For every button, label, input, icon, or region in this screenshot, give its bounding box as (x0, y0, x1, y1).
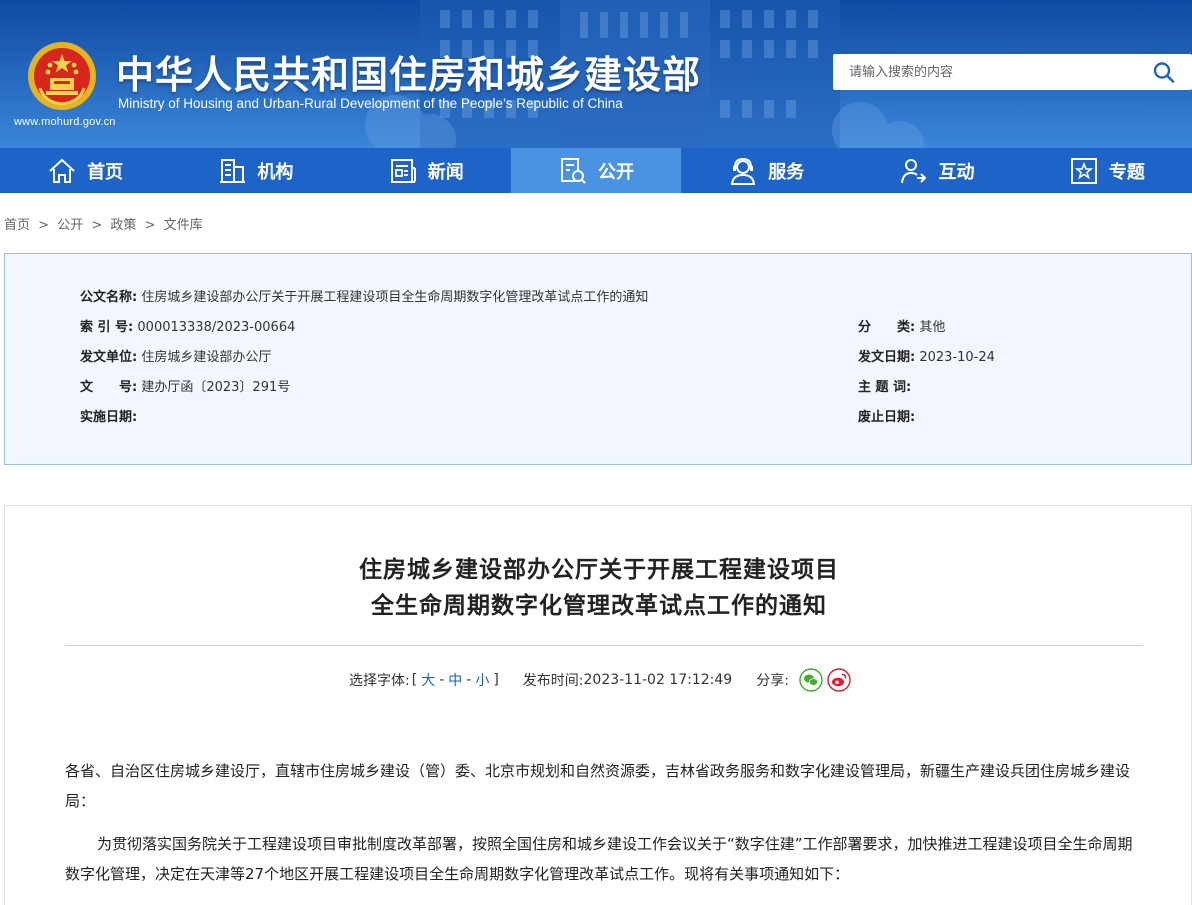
wechat-share-icon[interactable] (799, 668, 823, 692)
site-url: www.mohurd.gov.cn (14, 116, 116, 128)
info-value: 其他 (919, 320, 946, 335)
info-value: 建办厅函〔2023〕291号 (141, 380, 291, 395)
article-content: 住房城乡建设部办公厅关于开展工程建设项目 全生命周期数字化管理改革试点工作的通知… (4, 505, 1192, 905)
search-icon[interactable] (1152, 61, 1176, 83)
nav-item-label: 专题 (1108, 161, 1145, 183)
publish-time: 2023-11-02 17:12:49 (583, 672, 733, 688)
info-index-number: 索 引 号: 000013338/2023-00664 (80, 316, 295, 335)
article-meta-bar: 选择字体: [ 大 - 中 - 小 ] 发布时间: 2023-11-02 17:… (349, 668, 851, 692)
bracket-open: [ (411, 672, 418, 688)
nav-item-label: 新闻 (427, 161, 464, 183)
info-issue-date: 发文日期: 2023-10-24 (858, 346, 995, 365)
star-box-icon (1070, 157, 1097, 184)
title-divider (65, 645, 1143, 646)
info-label: 文 号: (80, 380, 138, 395)
document-info-box: 公文名称: 住房城乡建设部办公厅关于开展工程建设项目全生命周期数字化管理改革试点… (4, 253, 1192, 465)
site-header: www.mohurd.gov.cn 中华人民共和国住房和城乡建设部 Minist… (0, 0, 1192, 148)
info-value: 住房城乡建设部办公厅关于开展工程建设项目全生命周期数字化管理改革试点工作的通知 (141, 290, 649, 305)
nav-item-label: 公开 (597, 161, 634, 183)
info-keywords: 主 题 词: (858, 376, 911, 395)
breadcrumb-separator: > (91, 218, 103, 233)
national-emblem-logo (28, 42, 96, 110)
nav-item-interaction[interactable]: 互动 (851, 148, 1021, 193)
newspaper-icon (390, 158, 416, 183)
separator: - (439, 672, 445, 688)
search-box (833, 54, 1192, 90)
info-label: 实施日期: (80, 410, 138, 425)
info-label: 索 引 号: (80, 320, 134, 335)
nav-item-home[interactable]: 首页 (0, 148, 170, 193)
info-effective-date: 实施日期: (80, 406, 137, 425)
home-icon (49, 158, 75, 183)
main-nav: 首页 机构 新闻 公开 服务 互动 专题 (0, 148, 1192, 193)
info-value: 住房城乡建设部办公厅 (141, 350, 272, 365)
site-title-chinese: 中华人民共和国住房和城乡建设部 (116, 53, 702, 97)
article-paragraph-2: 为贯彻落实国务院关于工程建设项目审批制度改革部署，按照全国住房和城乡建设工作会议… (65, 835, 1133, 883)
font-size-large-button[interactable]: 大 (421, 670, 435, 690)
nav-item-topics[interactable]: 专题 (1022, 148, 1192, 193)
search-input[interactable] (833, 54, 1143, 90)
publish-time-label: 发布时间: (522, 673, 584, 689)
breadcrumb-separator: > (38, 218, 50, 233)
article-title-line-2: 全生命周期数字化管理改革试点工作的通知 (371, 593, 827, 619)
interaction-person-icon (900, 158, 926, 183)
nav-item-public[interactable]: 公开 (510, 148, 682, 193)
document-search-icon (560, 157, 586, 184)
info-issuer: 发文单位: 住房城乡建设部办公厅 (80, 346, 271, 365)
info-label: 废止日期: (858, 410, 916, 425)
info-value: 000013338/2023-00664 (137, 320, 296, 335)
site-title-english: Ministry of Housing and Urban-Rural Deve… (118, 96, 623, 111)
breadcrumb-link-home[interactable]: 首页 (4, 218, 30, 233)
info-label: 主 题 词: (858, 380, 912, 395)
breadcrumb: 首页 > 公开 > 政策 > 文件库 (4, 214, 207, 233)
article-title-line-1: 住房城乡建设部办公厅关于开展工程建设项目 (359, 557, 839, 583)
nav-item-label: 机构 (257, 161, 294, 183)
service-person-icon (731, 157, 756, 185)
nav-item-label: 服务 (768, 161, 805, 183)
article-paragraph-1: 各省、自治区住房城乡建设厅，直辖市住房城乡建设（管）委、北京市规划和自然资源委，… (65, 762, 1131, 810)
info-document-name: 公文名称: 住房城乡建设部办公厅关于开展工程建设项目全生命周期数字化管理改革试点… (80, 286, 648, 305)
info-label: 发文日期: (858, 350, 916, 365)
info-label: 公文名称: (80, 290, 138, 305)
font-size-label: 选择字体: (349, 673, 410, 689)
breadcrumb-link-library[interactable]: 文件库 (164, 218, 203, 233)
weibo-share-icon[interactable] (827, 668, 851, 692)
breadcrumb-link-public[interactable]: 公开 (57, 218, 83, 233)
nav-item-service[interactable]: 服务 (681, 148, 851, 193)
building-icon (220, 158, 246, 183)
separator: - (466, 672, 472, 688)
share-label: 分享: (756, 673, 789, 689)
font-size-medium-button[interactable]: 中 (448, 670, 462, 690)
info-label: 分 类: (858, 320, 916, 335)
nav-item-organization[interactable]: 机构 (170, 148, 340, 193)
info-document-number: 文 号: 建办厅函〔2023〕291号 (80, 376, 290, 395)
info-label: 发文单位: (80, 350, 138, 365)
breadcrumb-link-policy[interactable]: 政策 (110, 218, 136, 233)
nav-item-news[interactable]: 新闻 (341, 148, 511, 193)
breadcrumb-separator: > (144, 218, 156, 233)
nav-item-label: 首页 (87, 161, 124, 183)
info-value: 2023-10-24 (919, 350, 995, 365)
nav-item-label: 互动 (938, 161, 975, 183)
bracket-close: ] (493, 672, 499, 688)
info-expire-date: 废止日期: (858, 406, 915, 425)
info-category: 分 类: 其他 (858, 316, 945, 335)
font-size-small-button[interactable]: 小 (475, 670, 489, 690)
